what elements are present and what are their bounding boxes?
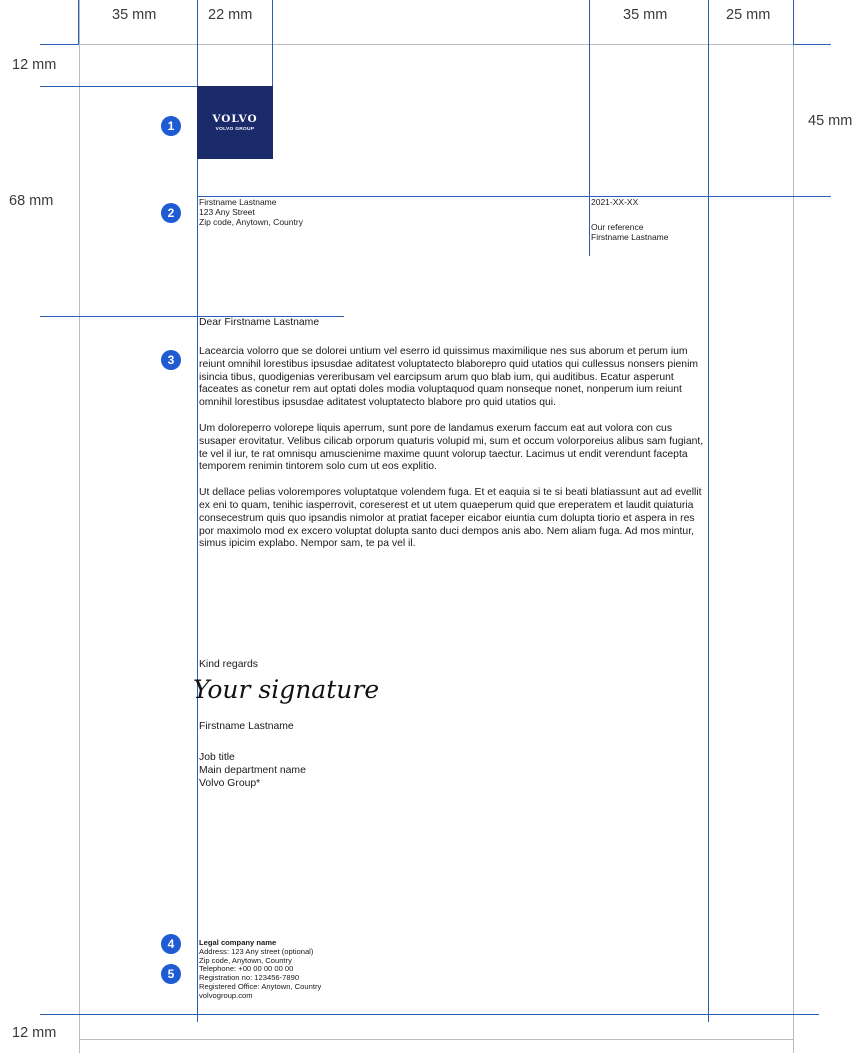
measure-header-offset: 45 mm	[808, 113, 853, 129]
marker-5: 5	[161, 964, 181, 984]
letter-date: 2021-XX-XX	[591, 197, 639, 207]
marker-2: 2	[161, 203, 181, 223]
sender-details: Job title Main department name Volvo Gro…	[199, 752, 306, 790]
company-name: Volvo Group*	[199, 777, 261, 789]
marker-4: 4	[161, 934, 181, 954]
marker-1: 1	[161, 116, 181, 136]
bottom-margin-guide	[40, 1014, 819, 1015]
recipient-city: Zip code, Anytown, Country	[199, 217, 303, 227]
reference-block: 2021-XX-XX Our reference Firstname Lastn…	[591, 197, 668, 242]
top-page-edge-guide	[79, 44, 793, 45]
logo-subline: VOLVO GROUP	[215, 127, 255, 132]
logo-top-guide	[40, 86, 197, 87]
recipient-street: 123 Any Street	[199, 207, 255, 217]
recipient-address: Firstname Lastname 123 Any Street Zip co…	[199, 197, 303, 227]
body-paragraph: Lacearcia volorro que se dolorei untium …	[199, 346, 699, 409]
measure-top-margin: 12 mm	[12, 57, 57, 73]
measure-reference-column: 35 mm	[623, 7, 668, 23]
body-paragraph: Ut dellace pelias volorempores voluptatq…	[199, 487, 702, 550]
reference-name: Firstname Lastname	[591, 232, 669, 242]
footer-website: volvogroup.com	[199, 990, 253, 1000]
bottom-page-edge-guide	[79, 1039, 793, 1040]
volvo-logo: VOLVO VOLVO GROUP	[197, 86, 273, 159]
job-title: Job title	[199, 752, 235, 763]
salutation: Dear Firstname Lastname	[199, 317, 320, 328]
department-name: Main department name	[199, 764, 306, 776]
marker-3: 3	[161, 350, 181, 370]
closing: Kind regards	[199, 659, 258, 670]
logo-wordmark: VOLVO	[212, 113, 258, 125]
measure-address-offset: 68 mm	[9, 193, 54, 209]
top-left-corner-mark-v	[78, 0, 79, 44]
measure-right-margin: 25 mm	[726, 7, 771, 23]
left-margin-guide	[79, 0, 80, 1053]
recipient-name: Firstname Lastname	[199, 197, 277, 207]
right-text-margin-guide	[708, 0, 709, 1022]
logo-right-guide	[272, 0, 273, 86]
sender-name: Firstname Lastname	[199, 721, 294, 732]
top-left-corner-mark-h	[40, 44, 79, 45]
measure-left-margin: 35 mm	[112, 7, 157, 23]
reference-column-guide	[589, 0, 590, 256]
legal-footer: Legal company name Address: 123 Any stre…	[199, 939, 321, 1014]
reference-label: Our reference	[591, 222, 644, 232]
signature: Your signature	[193, 675, 380, 704]
measure-text-column: 22 mm	[208, 7, 253, 23]
measure-bottom-margin: 12 mm	[12, 1025, 57, 1041]
body-paragraph: Um doloreperro volorepe liquis aperrum, …	[199, 422, 704, 473]
right-margin-guide	[793, 0, 794, 1053]
top-right-corner-mark-v	[793, 0, 794, 44]
top-right-corner-mark-h	[793, 44, 831, 45]
letter-body: Lacearcia volorro que se dolorei untium …	[199, 346, 708, 564]
